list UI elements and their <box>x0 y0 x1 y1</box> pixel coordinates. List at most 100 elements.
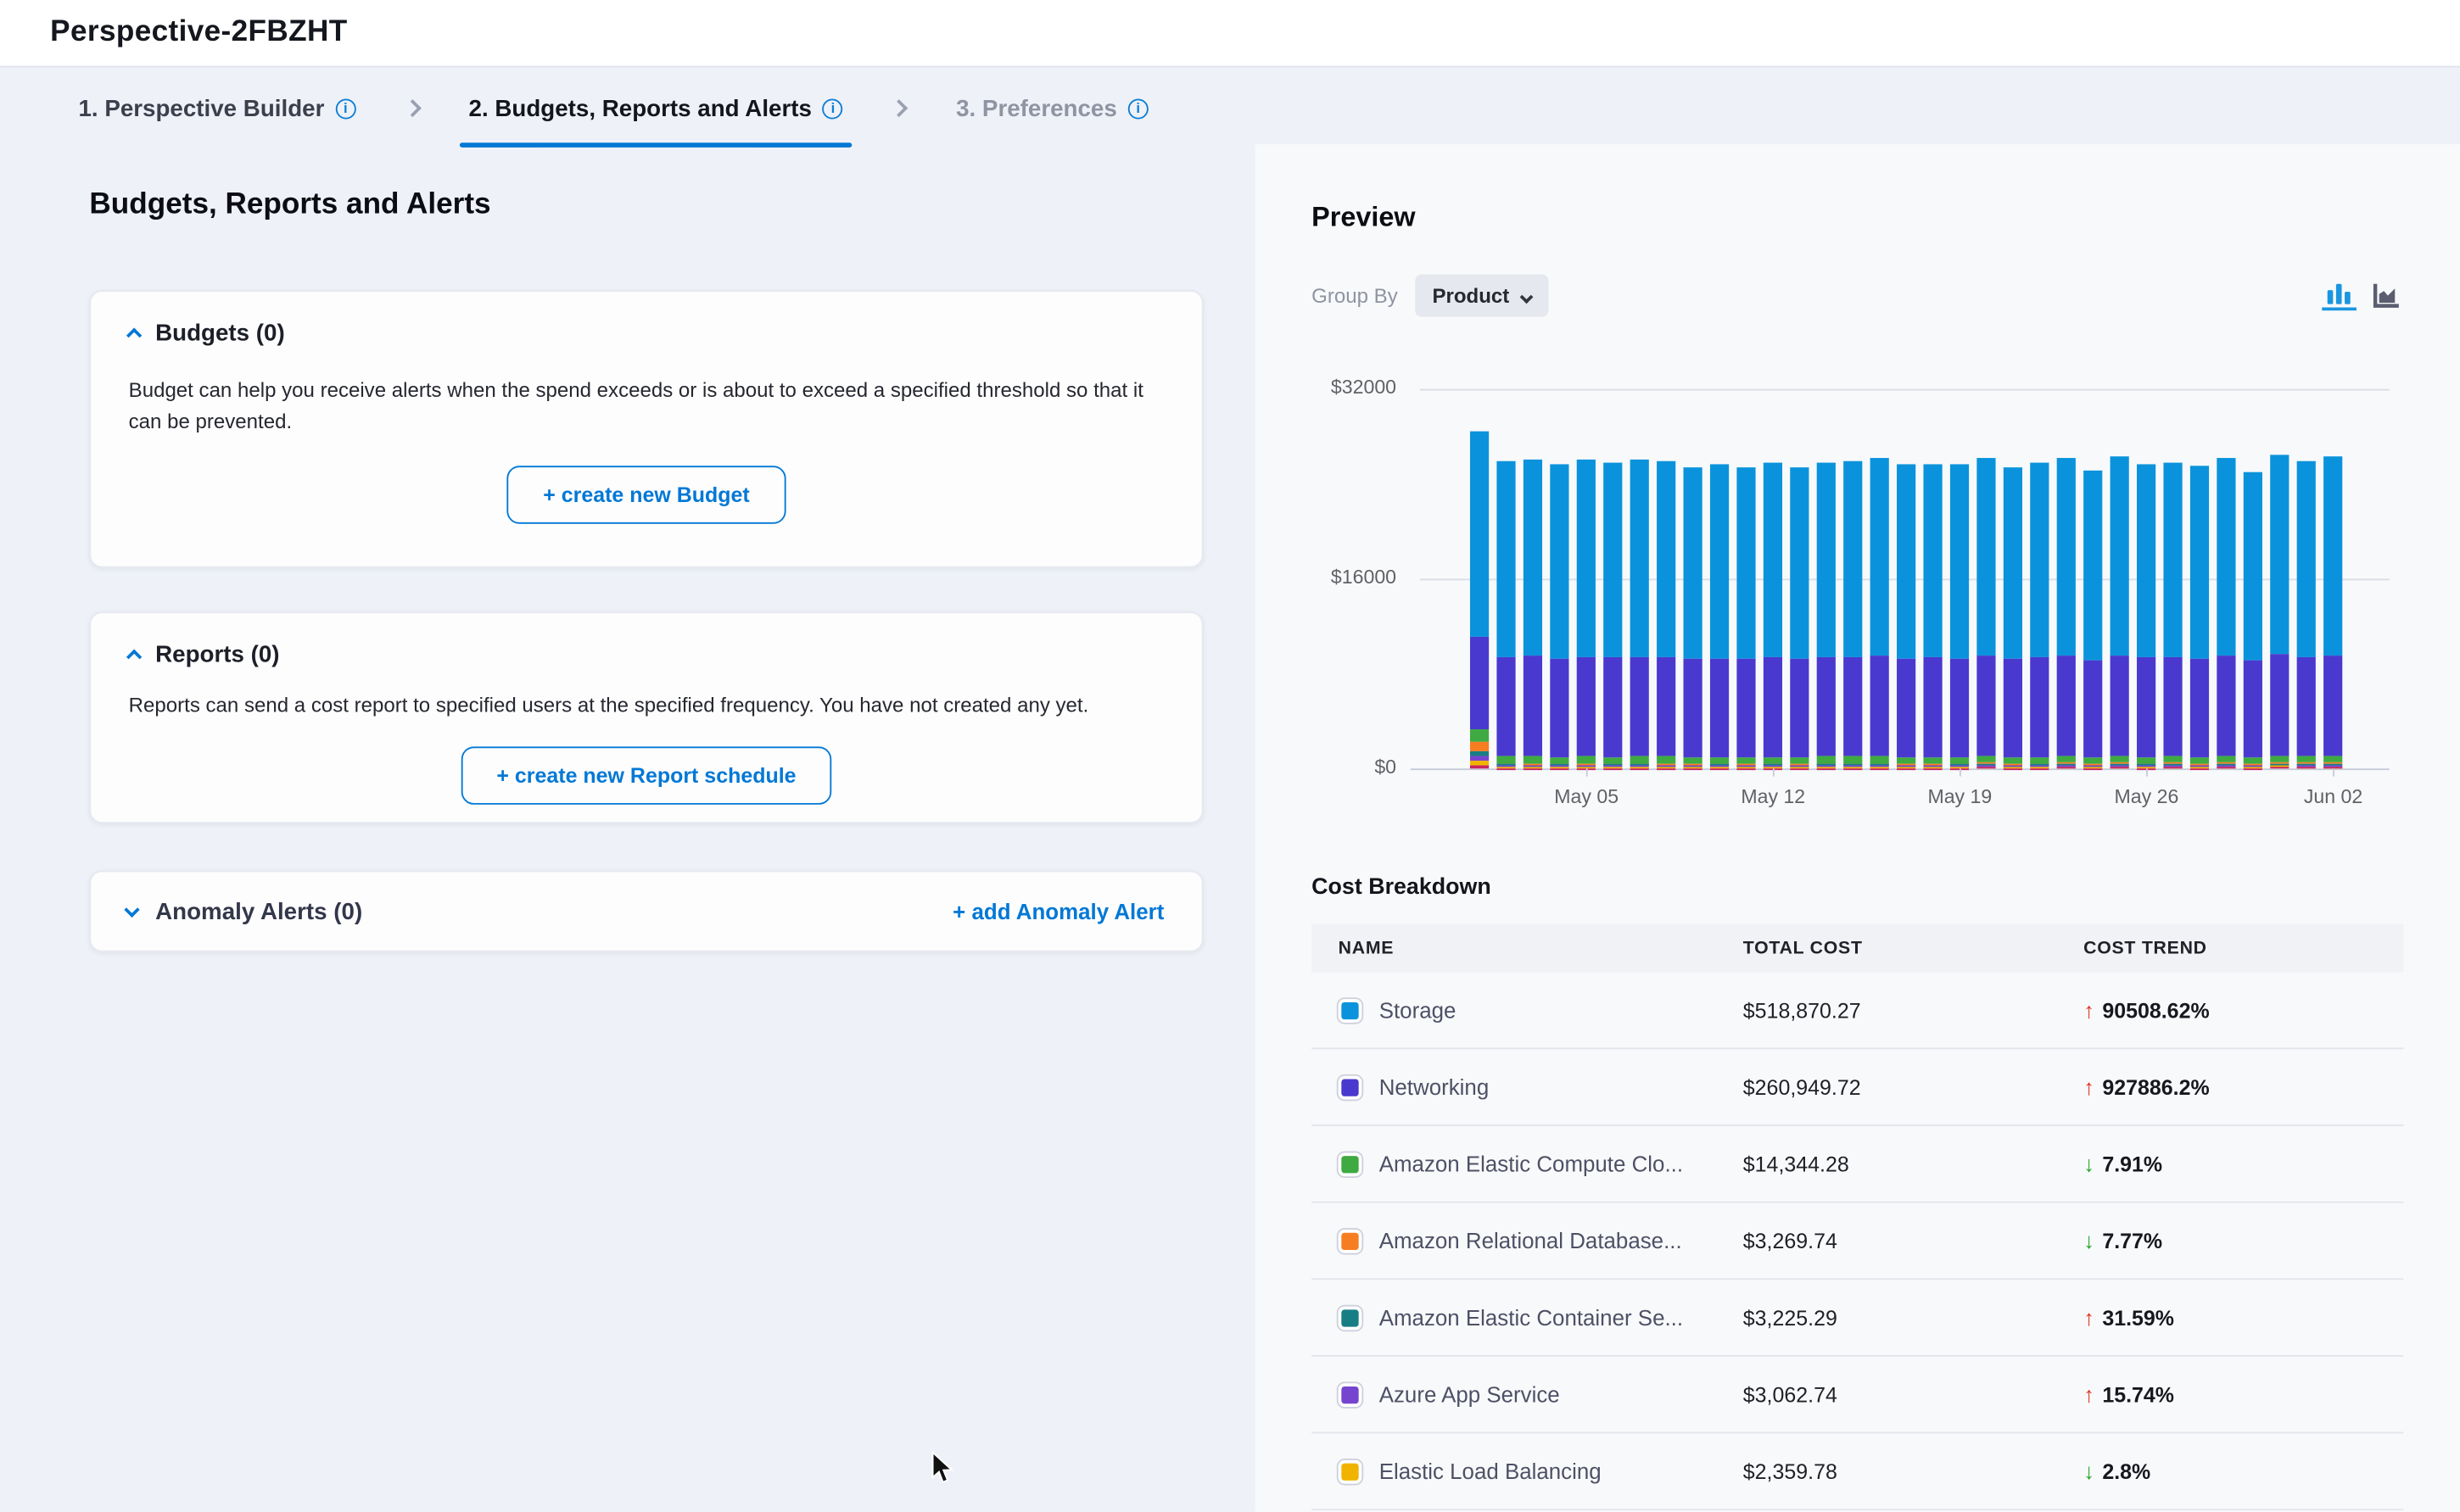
create-budget-button[interactable]: + create new Budget <box>507 466 786 523</box>
chart-bar-may-13[interactable] <box>1790 389 1809 769</box>
chart-bar-may-29[interactable] <box>2217 389 2236 769</box>
chart-bar-may-30[interactable] <box>2244 389 2263 769</box>
chart-bar-may-27[interactable] <box>2163 389 2183 769</box>
chart-bar-may-17[interactable] <box>1897 389 1916 769</box>
chart-bar-may-06[interactable] <box>1603 389 1623 769</box>
bar-segment-storage <box>1817 462 1837 657</box>
bar-segment-other <box>1870 767 1890 768</box>
info-icon[interactable]: i <box>335 98 355 119</box>
chart-bar-may-24[interactable] <box>2083 389 2103 769</box>
table-row[interactable]: Elastic Load Balancing$2,359.78↓2.8% <box>1311 1433 2403 1510</box>
chart-bar-may-07[interactable] <box>1630 389 1650 769</box>
bar-segment-other <box>2244 767 2263 768</box>
table-row[interactable]: Amazon Relational Database...$3,269.74↓7… <box>1311 1203 2403 1280</box>
reports-card-header[interactable]: Reports (0) <box>129 641 1165 667</box>
chart-bar-may-23[interactable] <box>2057 389 2077 769</box>
bar-segment-storage <box>1736 467 1756 660</box>
chart-bar-may-10[interactable] <box>1710 389 1730 769</box>
chart-bar-may-15[interactable] <box>1843 389 1863 769</box>
bar-segment-other <box>2004 767 2023 768</box>
bar-segment-amazon-elastic-compute-cloud <box>2217 756 2236 762</box>
row-name[interactable]: Amazon Elastic Compute Clo... <box>1379 1152 1743 1177</box>
chart-bar-may-04[interactable] <box>1550 389 1569 769</box>
tab-preferences[interactable]: 3. Preferences i <box>947 68 1158 149</box>
trend-down-arrow-icon: ↓ <box>2083 1228 2094 1253</box>
bar-segment-amazon-elastic-compute-cloud <box>2030 756 2049 763</box>
info-icon[interactable]: i <box>1128 98 1149 119</box>
chart-bar-may-08[interactable] <box>1657 389 1676 769</box>
bar-segment-amazon-elastic-compute-cloud <box>1950 756 1970 763</box>
bar-segment-storage <box>1603 462 1623 657</box>
chart-bar-may-01[interactable] <box>1470 389 1490 769</box>
anomaly-card-header[interactable]: Anomaly Alerts (0) <box>129 898 363 924</box>
bar-segment-networking <box>1950 658 1970 756</box>
bar-segment-storage <box>1577 460 1596 657</box>
x-axis-tick <box>2146 768 2148 776</box>
chart-bar-jun-02[interactable] <box>2323 389 2343 769</box>
row-name[interactable]: Networking <box>1379 1074 1743 1100</box>
chart-bar-may-16[interactable] <box>1870 389 1890 769</box>
chart-bar-may-14[interactable] <box>1817 389 1837 769</box>
chart-bar-may-26[interactable] <box>2137 389 2156 769</box>
trend-percent: 2.8% <box>2102 1459 2150 1483</box>
bar-segment-networking <box>2030 657 2049 756</box>
table-row[interactable]: Networking$260,949.72↑927886.2% <box>1311 1049 2403 1126</box>
row-name[interactable]: Amazon Elastic Container Se... <box>1379 1305 1743 1331</box>
tab-perspective-builder[interactable]: 1. Perspective Builder i <box>69 68 365 149</box>
chart-bar-may-18[interactable] <box>1923 389 1943 769</box>
cost-breakdown: Cost Breakdown NAME TOTAL COST COST TREN… <box>1311 875 2403 1510</box>
chart-bar-may-11[interactable] <box>1736 389 1756 769</box>
chart-bar-may-25[interactable] <box>2111 389 2130 769</box>
info-icon[interactable]: i <box>823 98 843 119</box>
bar-segment-amazon-elastic-compute-cloud <box>1524 756 1543 763</box>
tab-budgets-reports-alerts[interactable]: 2. Budgets, Reports and Alerts i <box>459 68 853 149</box>
bar-segment-amazon-elastic-compute-cloud <box>2057 756 2077 763</box>
bar-segment-amazon-relational-database-service <box>1470 742 1490 750</box>
add-anomaly-alert-link[interactable]: + add Anomaly Alert <box>953 899 1164 924</box>
chart-bar-may-21[interactable] <box>2004 389 2023 769</box>
budgets-card-header[interactable]: Budgets (0) <box>129 320 1165 346</box>
chart-bar-may-20[interactable] <box>1976 389 1996 769</box>
active-tab-underline <box>459 142 853 148</box>
chart-bar-may-09[interactable] <box>1684 389 1703 769</box>
chart-bar-may-28[interactable] <box>2190 389 2210 769</box>
bar-segment-networking <box>2190 659 2210 757</box>
bar-segment-storage <box>2297 460 2317 656</box>
create-report-schedule-button[interactable]: + create new Report schedule <box>461 746 832 804</box>
row-name[interactable]: Elastic Load Balancing <box>1379 1459 1743 1484</box>
chart-bar-jun-01[interactable] <box>2297 389 2317 769</box>
row-name[interactable]: Storage <box>1379 997 1743 1023</box>
row-name[interactable]: Azure App Service <box>1379 1381 1743 1407</box>
chart-bar-may-19[interactable] <box>1950 389 1970 769</box>
chart-bar-may-22[interactable] <box>2030 389 2049 769</box>
trend-percent: 7.91% <box>2102 1152 2162 1175</box>
bar-segment-other <box>1470 765 1490 768</box>
chart-bar-may-31[interactable] <box>2270 389 2289 769</box>
chart-bar-may-03[interactable] <box>1524 389 1543 769</box>
table-row[interactable]: Azure App Service$3,062.74↑15.74% <box>1311 1357 2403 1434</box>
area-chart-toggle[interactable] <box>2369 279 2404 310</box>
bar-segment-networking <box>1577 657 1596 756</box>
bar-segment-other <box>1630 767 1650 768</box>
chart-bar-may-02[interactable] <box>1496 389 1516 769</box>
bar-segment-networking <box>1843 656 1863 756</box>
bar-chart-toggle[interactable] <box>2322 279 2357 310</box>
budgets-description: Budget can help you receive alerts when … <box>129 375 1165 438</box>
bar-segment-networking <box>2057 656 2077 756</box>
table-row[interactable]: Storage$518,870.27↑90508.62% <box>1311 973 2403 1050</box>
group-by-dropdown[interactable]: Product <box>1415 274 1548 316</box>
bar-segment-storage <box>2323 456 2343 656</box>
bar-segment-networking <box>1470 637 1490 729</box>
bar-segment-other <box>1790 767 1809 768</box>
table-row[interactable]: Amazon Elastic Compute Clo...$14,344.28↓… <box>1311 1126 2403 1203</box>
bar-segment-other <box>2057 767 2077 768</box>
chart-bar-may-12[interactable] <box>1764 389 1783 769</box>
app: Perspective-2FBZHT 1. Perspective Builde… <box>0 0 2460 1512</box>
chart-bar-may-05[interactable] <box>1577 389 1596 769</box>
chart-bars <box>1467 389 2347 769</box>
bar-segment-storage <box>1630 459 1650 657</box>
table-row[interactable]: Amazon Elastic Container Se...$3,225.29↑… <box>1311 1280 2403 1357</box>
bar-segment-networking <box>2323 656 2343 756</box>
bar-segment-networking <box>1496 656 1516 756</box>
row-name[interactable]: Amazon Relational Database... <box>1379 1228 1743 1253</box>
